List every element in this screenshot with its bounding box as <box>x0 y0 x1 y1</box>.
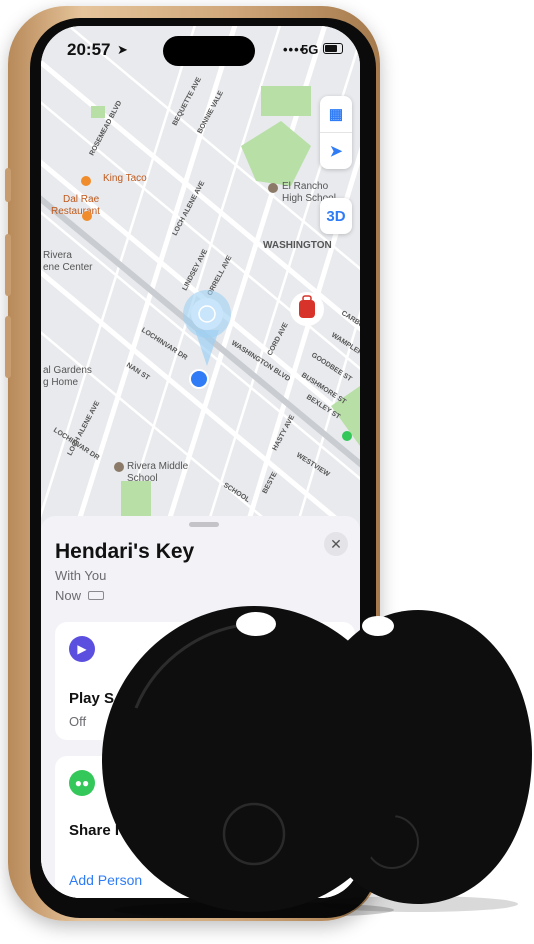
close-icon[interactable]: ✕ <box>324 532 348 556</box>
item-title: Hendari's Key <box>55 540 195 563</box>
location-services-icon: ➤ <box>117 42 128 57</box>
map-label-dal-rae: Dal Rae <box>63 194 100 205</box>
location-arrow-icon[interactable]: ➤ <box>320 133 352 169</box>
map-label-rivera-middle: Rivera Middle <box>127 461 189 472</box>
volume-down-button <box>5 316 11 378</box>
restaurant-pin-icon[interactable] <box>82 211 92 221</box>
map-label-gardens: al Gardens <box>43 365 92 376</box>
park-pin-icon[interactable] <box>342 431 352 441</box>
user-location-dot <box>189 369 209 389</box>
volume-up-button <box>5 234 11 296</box>
network-type: 5G <box>301 42 319 57</box>
3d-button[interactable]: 3D <box>320 198 352 234</box>
map-label-school-name: School <box>127 473 158 484</box>
play-sound-status: Off <box>69 714 87 729</box>
backpack-marker-icon[interactable] <box>290 292 324 326</box>
map-label-washington: WASHINGTON <box>263 240 332 251</box>
tracker-tag-front <box>96 598 412 920</box>
map-label-rivera: Rivera <box>43 250 72 261</box>
play-icon: ▶ <box>69 636 95 662</box>
map-label-restaurant: Restaurant <box>51 206 100 217</box>
map-3d-control: 3D <box>320 198 352 234</box>
status-bar: 20:57 ➤ •••• 5G <box>41 26 360 76</box>
map-label-king-taco: King Taco <box>103 173 147 184</box>
school-pin-icon[interactable] <box>114 462 124 472</box>
map-label-el-rancho: El Rancho <box>282 181 329 192</box>
silent-switch <box>5 168 11 202</box>
map-label-g-home: g Home <box>43 377 78 388</box>
people-icon: ●● <box>69 770 95 796</box>
map-label-ene-center: ene Center <box>43 262 93 273</box>
clock: 20:57 <box>67 40 111 59</box>
map-view[interactable]: ROSEMEAD BLVD BEQUETTE AVE BONNIE VALE L… <box>41 26 360 521</box>
battery-icon <box>323 43 343 54</box>
map-controls: ▦ ➤ <box>320 96 352 169</box>
item-updated: Now <box>55 588 82 603</box>
restaurant-pin-icon[interactable] <box>81 176 91 186</box>
school-pin-icon[interactable] <box>268 183 278 193</box>
map-icon[interactable]: ▦ <box>320 96 352 133</box>
item-status: With You <box>55 568 107 583</box>
sheet-grabber[interactable] <box>189 522 219 527</box>
dynamic-island <box>163 36 255 66</box>
